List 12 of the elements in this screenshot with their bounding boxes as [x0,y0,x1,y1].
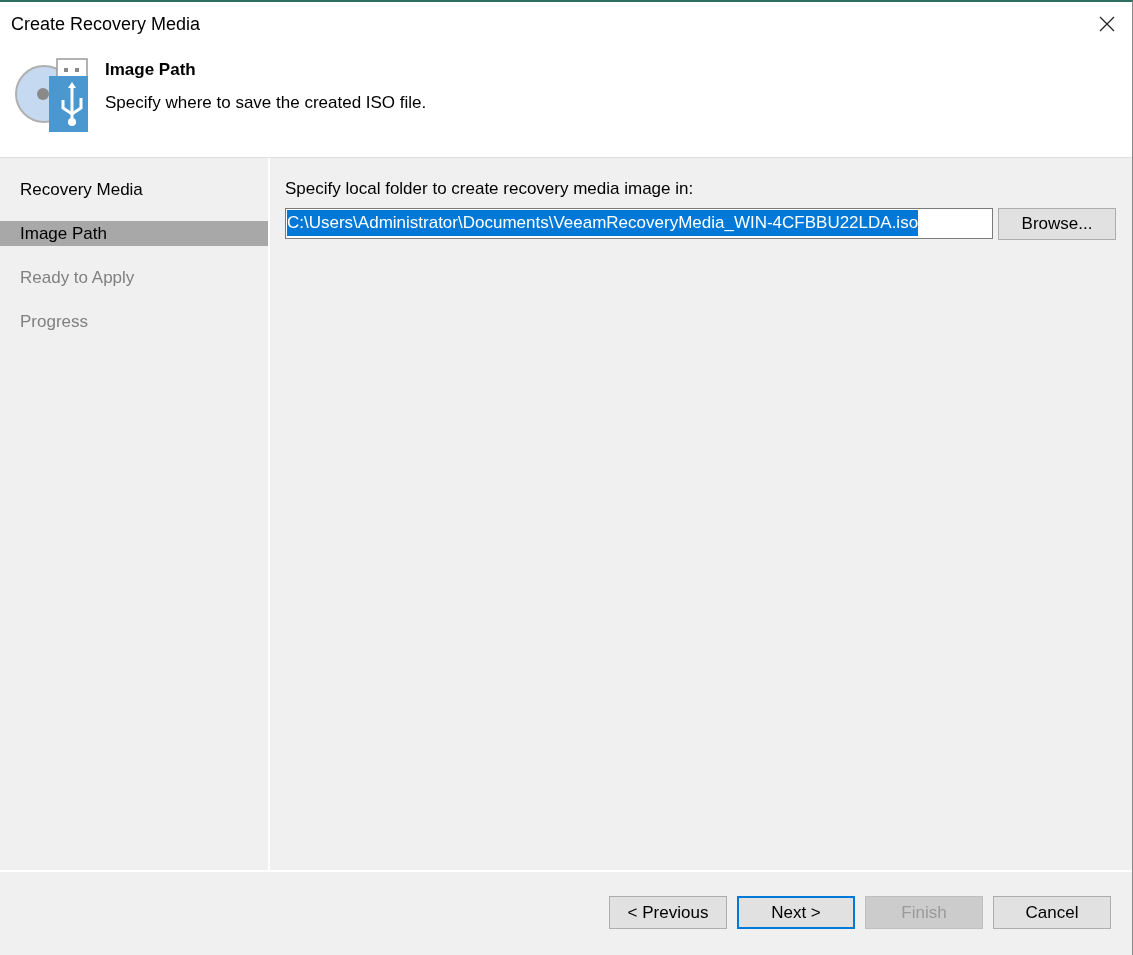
wizard-button[interactable]: < Previous [609,896,727,929]
close-icon [1099,16,1115,32]
wizard-button[interactable]: Cancel [993,896,1111,929]
page-title: Image Path [105,59,197,81]
step-item[interactable]: Image Path [0,221,268,246]
path-input-field[interactable]: C:\Users\Administrator\Documents\VeeamRecoveryMedia_WIN-4CFBBU22LDA.iso [285,207,993,239]
window-title: Create Recovery Media [11,12,201,36]
page-subtitle: Specify where to save the created ISO file. [105,91,427,114]
wizard-button[interactable]: Next > [737,896,855,929]
folder-label: Specify local folder to create recovery media image in: [285,178,695,200]
browse-button[interactable]: Browse... [998,207,1116,240]
step-item[interactable]: Recovery Media [0,177,268,202]
